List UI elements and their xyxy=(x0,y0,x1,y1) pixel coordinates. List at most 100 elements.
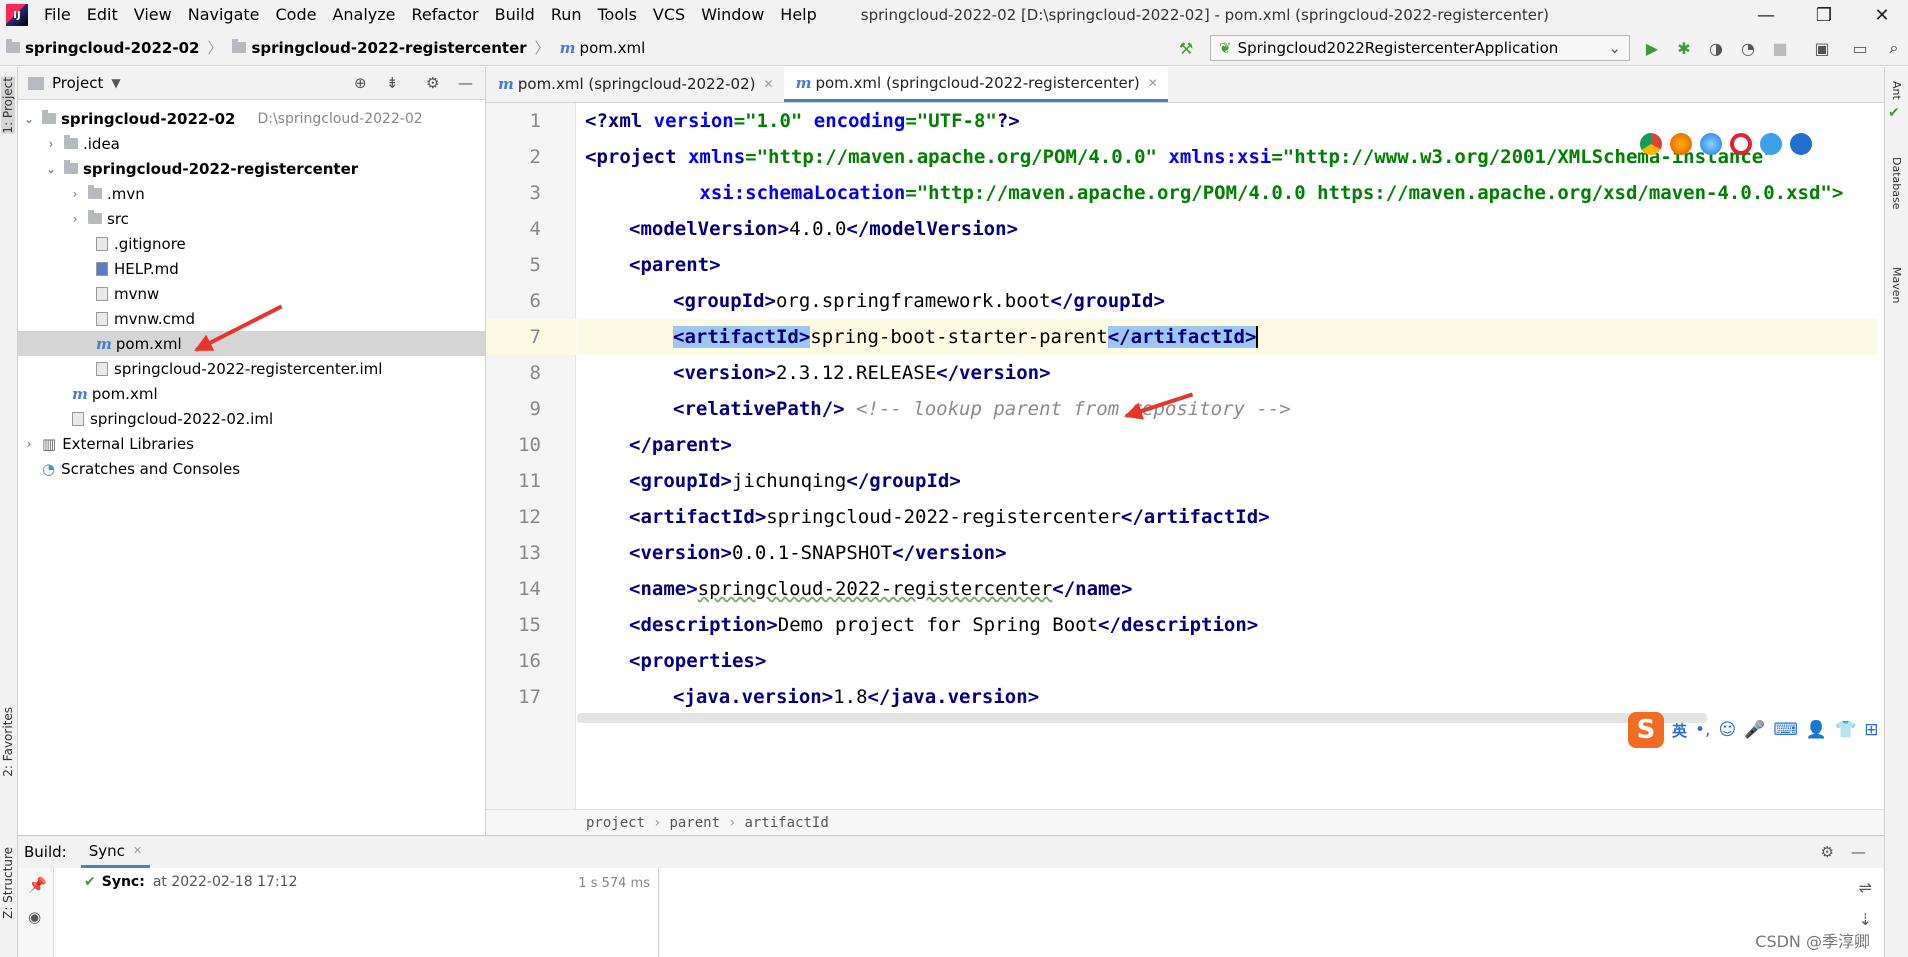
close-icon[interactable]: ✕ xyxy=(133,844,142,857)
breadcrumb-item[interactable]: artifactId xyxy=(744,815,828,831)
structure-tool-button[interactable]: Z: Structure xyxy=(1,847,15,919)
close-icon[interactable]: ✕ xyxy=(1148,76,1158,90)
browser-preview-icons xyxy=(1640,133,1812,163)
menu-tools[interactable]: Tools xyxy=(590,0,645,30)
attr-name: xmlns:xsi xyxy=(1156,146,1272,168)
menu-analyze[interactable]: Analyze xyxy=(324,0,403,30)
menu-navigate[interactable]: Navigate xyxy=(180,0,268,30)
chevron-down-icon[interactable]: ▼ xyxy=(111,76,120,90)
menu-build[interactable]: Build xyxy=(487,0,543,30)
tag-value: 1.8 xyxy=(833,686,868,708)
maven-tool-button[interactable]: Maven xyxy=(1890,267,1903,303)
debug-icon[interactable]: ✱ xyxy=(1674,38,1694,58)
ime-language[interactable]: 英 xyxy=(1672,720,1687,741)
tree-item-gitignore[interactable]: .gitignore xyxy=(18,231,485,256)
close-icon[interactable]: ✕ xyxy=(764,77,774,91)
project-panel-title[interactable]: Project xyxy=(52,74,103,92)
tree-item-root[interactable]: ⌄ springcloud-2022-02 D:\springcloud-202… xyxy=(18,106,485,131)
menu-vcs[interactable]: VCS xyxy=(645,0,693,30)
internet-explorer-icon[interactable] xyxy=(1760,133,1782,155)
run-icon[interactable]: ▶ xyxy=(1642,38,1662,58)
menu-refactor[interactable]: Refactor xyxy=(404,0,487,30)
tree-item-iml-module[interactable]: springcloud-2022-registercenter.iml xyxy=(18,356,485,381)
database-tool-button[interactable]: Database xyxy=(1890,157,1903,210)
breadcrumb-file[interactable]: m pom.xml xyxy=(554,39,646,57)
terminal-icon[interactable]: ▭ xyxy=(1850,38,1870,58)
close-icon[interactable]: ✕ xyxy=(1858,0,1906,30)
menu-view[interactable]: View xyxy=(126,0,180,30)
build-hammer-icon[interactable]: ⚒ xyxy=(1176,38,1196,58)
tree-item-mvn[interactable]: › .mvn xyxy=(18,181,485,206)
punctuation-icon[interactable]: •, xyxy=(1695,720,1710,740)
user-icon[interactable]: 👤 xyxy=(1806,720,1827,740)
tree-item-mvnw[interactable]: mvnw xyxy=(18,281,485,306)
hide-icon[interactable]: — xyxy=(1851,843,1866,861)
sync-status-row[interactable]: ✔ Sync: at 2022-02-18 17:12 xyxy=(84,874,298,890)
tree-item-help[interactable]: HELP.md xyxy=(18,256,485,281)
tree-item-src[interactable]: › src xyxy=(18,206,485,231)
opera-icon[interactable] xyxy=(1730,133,1752,155)
project-tool-button[interactable]: 1: Project xyxy=(1,77,15,134)
chevron-right-icon: › xyxy=(26,436,32,451)
menu-edit[interactable]: Edit xyxy=(79,0,126,30)
breadcrumb-module[interactable]: springcloud-2022-registercenter xyxy=(226,38,527,57)
search-icon[interactable]: ⌕ xyxy=(1884,38,1904,58)
microphone-icon[interactable]: 🎤 xyxy=(1744,720,1765,740)
breadcrumb-item[interactable]: project xyxy=(586,815,645,831)
edge-icon[interactable] xyxy=(1790,133,1812,155)
menu-run[interactable]: Run xyxy=(543,0,590,30)
code-line-16: <properties> xyxy=(629,650,767,672)
restore-icon[interactable]: ❐ xyxy=(1800,0,1848,30)
skin-icon[interactable]: 👕 xyxy=(1835,720,1856,740)
ant-tool-button[interactable]: Ant xyxy=(1890,81,1903,100)
breadcrumb-separator: 〉 xyxy=(207,39,223,57)
tab-pom-registercenter[interactable]: m pom.xml (springcloud-2022-registercent… xyxy=(783,66,1168,102)
maven-file-icon: m xyxy=(96,334,112,353)
tree-item-label: pom.xml xyxy=(91,384,158,403)
firefox-icon[interactable] xyxy=(1670,133,1692,155)
menu-grid-icon[interactable]: ⊞ xyxy=(1864,720,1878,740)
keyboard-icon[interactable]: ⌨ xyxy=(1773,720,1798,740)
tag-value: jichunqing xyxy=(731,470,847,492)
gear-icon[interactable]: ⚙ xyxy=(1821,843,1834,861)
tree-item-pom-module[interactable]: m pom.xml xyxy=(18,331,485,356)
eye-icon[interactable]: ◉ xyxy=(28,908,41,926)
menu-window[interactable]: Window xyxy=(693,0,772,30)
collapse-all-icon[interactable]: ⇟ xyxy=(386,74,399,92)
pin-icon[interactable]: 📌 xyxy=(28,876,47,894)
menu-help[interactable]: Help xyxy=(772,0,824,30)
code-area[interactable]: <?xml version="1.0" encoding="UTF-8"?> <… xyxy=(577,103,1877,809)
locate-icon[interactable]: ⊕ xyxy=(354,74,367,92)
tree-item-label: pom.xml xyxy=(115,334,182,353)
gear-icon[interactable]: ⚙ xyxy=(426,74,439,92)
scroll-to-end-icon[interactable]: ⇣ xyxy=(1859,910,1872,929)
breadcrumb-item[interactable]: parent xyxy=(669,815,720,831)
project-structure-icon[interactable]: ▣ xyxy=(1812,38,1832,58)
profile-icon[interactable]: ◔ xyxy=(1738,38,1758,58)
breadcrumb-project[interactable]: springcloud-2022-02 xyxy=(0,39,199,57)
tree-item-idea[interactable]: › .idea xyxy=(18,131,485,156)
horizontal-scrollbar[interactable] xyxy=(577,713,1707,723)
emoji-icon[interactable]: ☺ xyxy=(1718,720,1736,740)
safari-icon[interactable] xyxy=(1700,133,1722,155)
hide-icon[interactable]: — xyxy=(458,74,473,92)
breadcrumb-label: springcloud-2022-registercenter xyxy=(251,38,527,57)
tree-item-external-libraries[interactable]: › ▥ External Libraries xyxy=(18,431,485,456)
menu-file[interactable]: File xyxy=(36,0,79,30)
stop-icon[interactable]: ■ xyxy=(1770,38,1790,58)
tag-name: groupId xyxy=(869,470,950,492)
sogou-logo-icon[interactable]: S xyxy=(1628,712,1664,748)
tree-item-scratches[interactable]: ◔ Scratches and Consoles xyxy=(18,456,485,481)
tab-sync[interactable]: Sync ✕ xyxy=(80,836,151,868)
menu-code[interactable]: Code xyxy=(268,0,325,30)
tab-pom-root[interactable]: m pom.xml (springcloud-2022-02) ✕ xyxy=(486,66,784,102)
tree-item-iml-root[interactable]: springcloud-2022-02.iml xyxy=(18,406,485,431)
minimize-icon[interactable]: — xyxy=(1742,0,1790,30)
favorites-tool-button[interactable]: 2: Favorites xyxy=(1,707,15,777)
run-configuration-select[interactable]: ❦ Springcloud2022RegistercenterApplicati… xyxy=(1210,35,1630,61)
tree-item-registercenter[interactable]: ⌄ springcloud-2022-registercenter xyxy=(18,156,485,181)
tree-item-pom-root[interactable]: m pom.xml xyxy=(18,381,485,406)
chrome-icon[interactable] xyxy=(1640,133,1662,155)
soft-wrap-icon[interactable]: ⇌ xyxy=(1859,878,1872,897)
coverage-icon[interactable]: ◑ xyxy=(1706,38,1726,58)
